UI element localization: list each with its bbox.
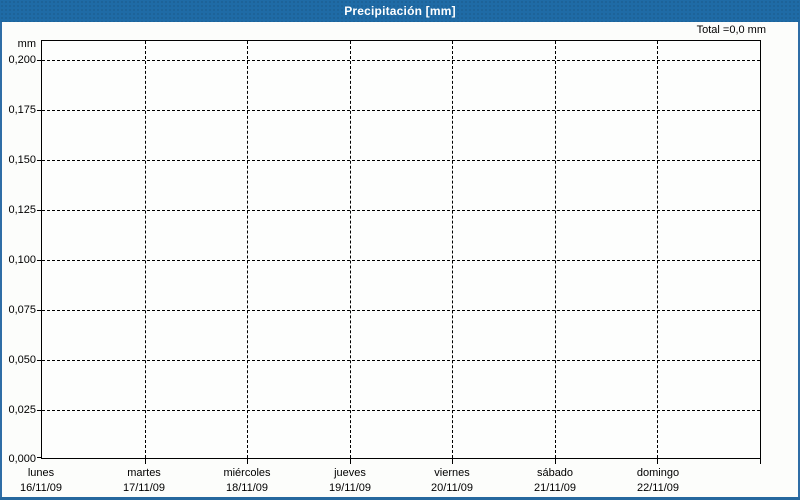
- total-value-label: Total =0,0 mm: [696, 24, 766, 36]
- x-day-name: martes: [127, 467, 161, 479]
- x-day-date: 21/11/09: [533, 482, 576, 494]
- x-day-label: domingo 22/11/09: [606, 466, 710, 496]
- y-axis-tick: [37, 160, 41, 161]
- y-tick-label: 0,000: [8, 453, 36, 465]
- gridline-vertical: [349, 41, 351, 458]
- chart-titlebar: Precipitación [mm]: [0, 0, 800, 22]
- gridline-horizontal: [42, 310, 760, 311]
- y-tick-label: 0,175: [8, 104, 36, 116]
- y-axis-tick: [37, 360, 41, 361]
- gridline-vertical: [452, 41, 454, 458]
- x-axis-tick: [554, 458, 556, 464]
- x-day-label: sábado 21/11/09: [503, 466, 607, 496]
- y-axis-tick: [37, 410, 41, 411]
- x-axis-tick: [247, 458, 249, 464]
- x-day-label: viernes 20/11/09: [400, 466, 504, 496]
- y-tick-label: 0,025: [8, 404, 36, 416]
- y-axis-tick: [37, 310, 41, 311]
- gridline-horizontal: [42, 360, 760, 361]
- x-day-name: jueves: [334, 467, 366, 479]
- gridline-vertical: [554, 41, 556, 458]
- x-day-name: miércoles: [223, 467, 271, 479]
- x-day-label: martes 17/11/09: [92, 466, 196, 496]
- x-axis-tick: [657, 458, 659, 464]
- y-axis-tick: [37, 210, 41, 211]
- gridline-horizontal: [42, 60, 760, 61]
- gridline-horizontal: [42, 410, 760, 411]
- x-axis-tick: [760, 458, 761, 464]
- chart-title: Precipitación [mm]: [344, 4, 456, 18]
- x-day-name: sábado: [536, 467, 574, 479]
- x-day-name: lunes: [27, 467, 55, 479]
- y-tick-label: 0,050: [8, 354, 36, 366]
- gridline-vertical: [657, 41, 659, 458]
- gridline-vertical: [247, 41, 249, 458]
- y-tick-label: 0,100: [8, 254, 36, 266]
- x-day-date: 17/11/09: [122, 482, 165, 494]
- y-axis-tick: [37, 60, 41, 61]
- x-axis-tick: [144, 458, 146, 464]
- x-day-date: 19/11/09: [328, 482, 371, 494]
- x-day-date: 20/11/09: [430, 482, 473, 494]
- y-tick-label: 0,150: [8, 154, 36, 166]
- y-tick-label: 0,200: [8, 54, 36, 66]
- y-axis-tick: [37, 457, 41, 458]
- gridline-horizontal: [42, 160, 760, 161]
- y-axis-unit-label: mm: [17, 38, 36, 50]
- x-day-name: viernes: [434, 467, 470, 479]
- plot-area: [37, 40, 761, 464]
- x-day-label: miércoles 18/11/09: [195, 466, 299, 496]
- precipitation-chart-window: Precipitación [mm] Total =0,0 mm mm 0,20…: [0, 0, 800, 500]
- x-day-date: 16/11/09: [19, 482, 62, 494]
- x-day-label: jueves 19/11/09: [298, 466, 402, 496]
- x-day-label: lunes 16/11/09: [0, 466, 93, 496]
- x-day-name: domingo: [636, 467, 680, 479]
- x-day-date: 18/11/09: [225, 482, 268, 494]
- x-day-date: 22/11/09: [636, 482, 679, 494]
- y-tick-label: 0,125: [8, 204, 36, 216]
- gridline-vertical: [144, 41, 146, 458]
- gridline-horizontal: [42, 260, 760, 261]
- x-axis-tick: [452, 458, 454, 464]
- gridline-horizontal: [42, 110, 760, 111]
- y-tick-label: 0,075: [8, 304, 36, 316]
- y-axis-tick: [37, 110, 41, 111]
- x-axis-tick: [349, 458, 351, 464]
- y-axis-tick: [37, 260, 41, 261]
- gridline-horizontal: [42, 210, 760, 211]
